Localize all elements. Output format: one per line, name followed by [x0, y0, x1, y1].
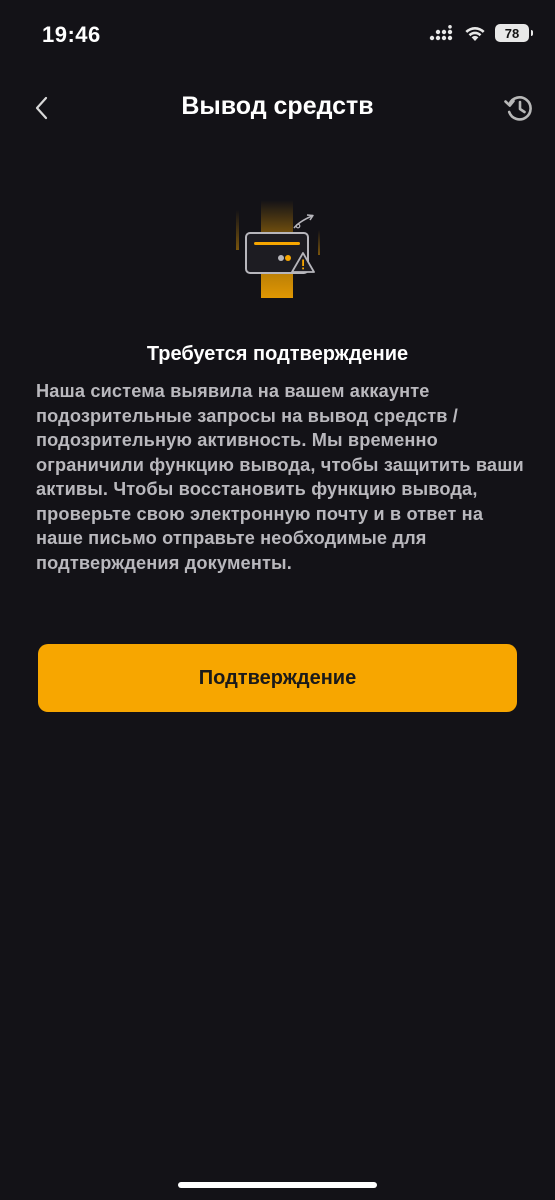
history-button[interactable]: [501, 90, 537, 126]
status-indicators: 78: [429, 24, 533, 42]
home-indicator: [178, 1182, 377, 1188]
confirm-button[interactable]: Подтверждение: [38, 644, 517, 712]
nav-bar: Вывод средств: [0, 80, 555, 136]
notice-title: Требуется подтверждение: [146, 343, 409, 365]
page-title: Вывод средств: [181, 92, 374, 120]
battery-icon: 78: [495, 24, 533, 42]
status-time: 19:46: [42, 22, 101, 47]
history-icon: [504, 96, 532, 121]
card-warning-icon: [236, 200, 320, 298]
signal-icon: [429, 25, 453, 41]
notice-body: Наша система выявила на вашем аккаунте п…: [36, 381, 524, 573]
card-warning-illustration: [228, 200, 328, 300]
battery-level: 78: [504, 25, 520, 41]
wifi-icon: [465, 27, 485, 41]
status-bar: 19:46 78: [0, 0, 555, 70]
